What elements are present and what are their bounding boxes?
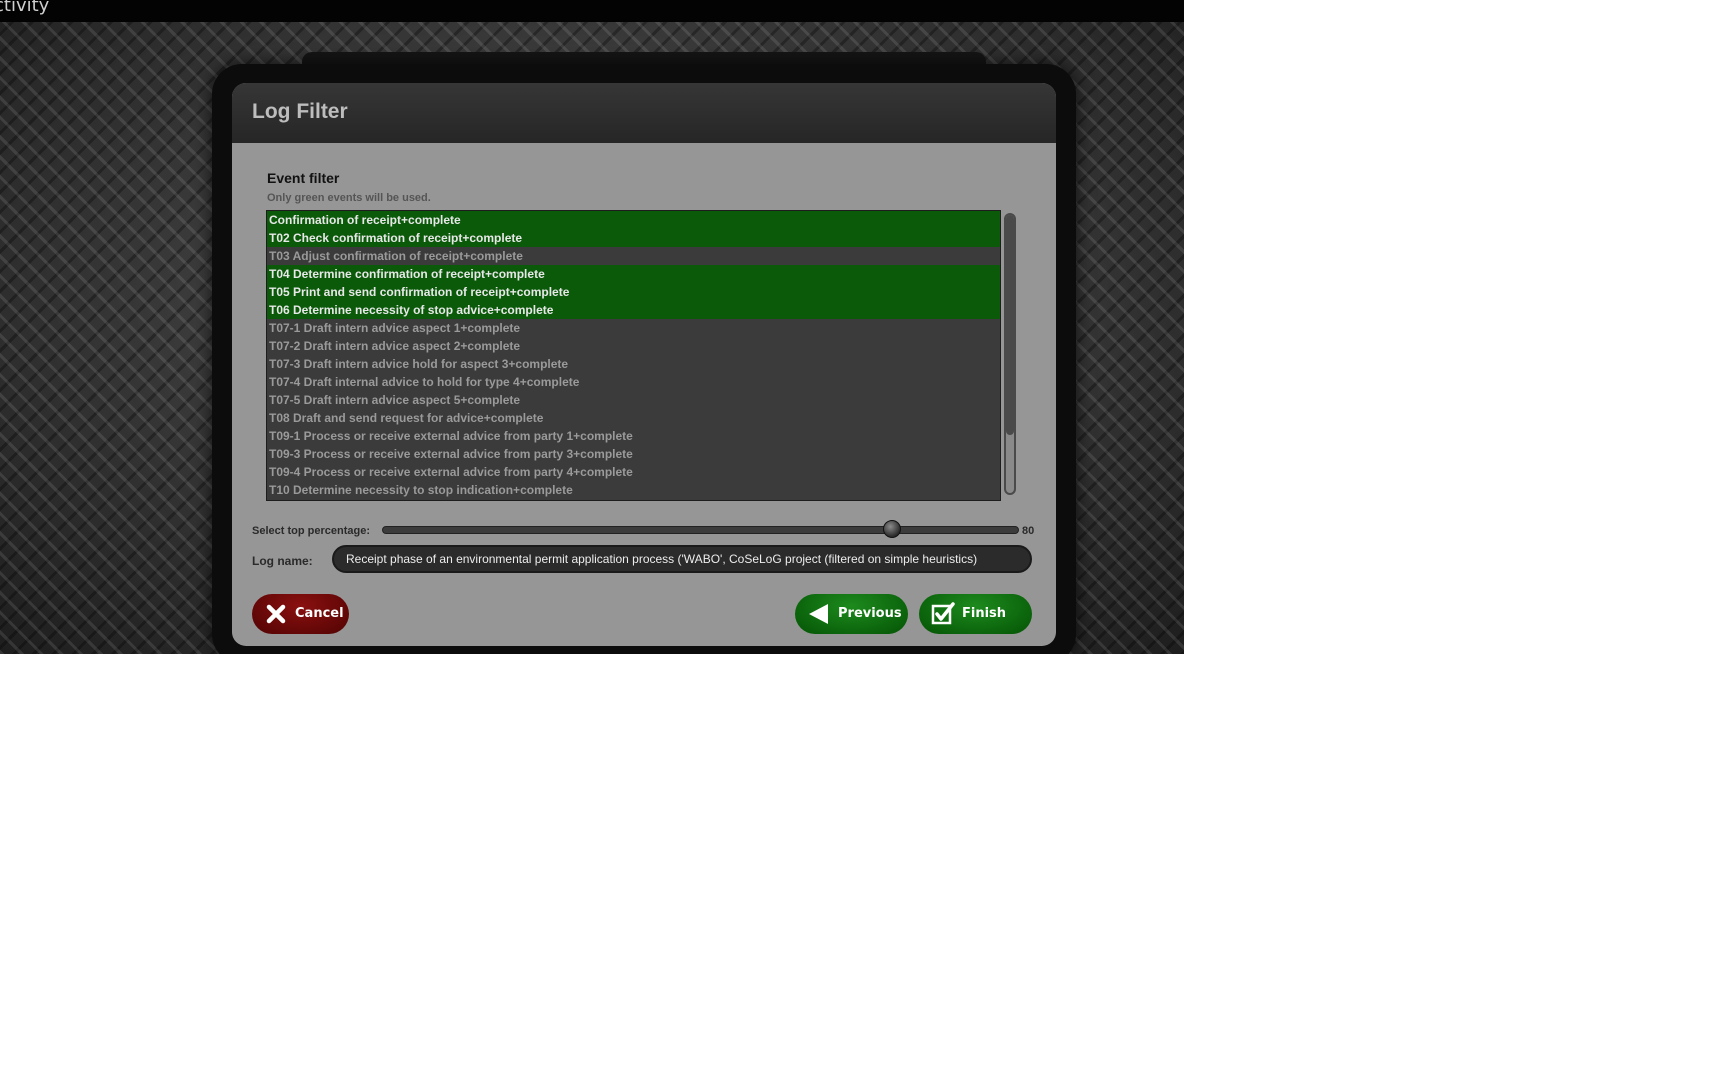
log-name-label: Log name:: [252, 554, 313, 568]
event-list-item[interactable]: T09-4 Process or receive external advice…: [267, 463, 1000, 481]
event-list-item[interactable]: Confirmation of receipt+complete: [267, 211, 1000, 229]
top-bar: ctivity: [0, 0, 1184, 22]
finish-button-label: Finish: [962, 606, 1007, 621]
close-icon: [266, 604, 286, 624]
event-list-item[interactable]: T07-1 Draft intern advice aspect 1+compl…: [267, 319, 1000, 337]
event-list-item[interactable]: T03 Adjust confirmation of receipt+compl…: [267, 247, 1000, 265]
log-name-input[interactable]: [332, 545, 1032, 573]
event-list-item[interactable]: T05 Print and send confirmation of recei…: [267, 283, 1000, 301]
dialog-title: Log Filter: [252, 100, 348, 123]
event-list-item[interactable]: T08 Draft and send request for advice+co…: [267, 409, 1000, 427]
event-list-item[interactable]: T07-2 Draft intern advice aspect 2+compl…: [267, 337, 1000, 355]
event-list-item[interactable]: T07-5 Draft intern advice aspect 5+compl…: [267, 391, 1000, 409]
event-list-item[interactable]: T09-3 Process or receive external advice…: [267, 445, 1000, 463]
event-list-scrollbar[interactable]: [1004, 213, 1016, 495]
top-percentage-slider-thumb[interactable]: [882, 520, 901, 538]
checkbox-check-icon: [931, 602, 955, 625]
event-filter-hint: Only green events will be used.: [267, 192, 431, 204]
arrow-left-icon: [809, 604, 828, 624]
dialog-header: Log Filter: [232, 83, 1056, 143]
app-title: ctivity: [0, 0, 50, 16]
event-list-item[interactable]: T10 Determine necessity to stop indicati…: [267, 481, 1000, 499]
event-list-item[interactable]: T04 Determine confirmation of receipt+co…: [267, 265, 1000, 283]
event-list-item[interactable]: T07-3 Draft intern advice hold for aspec…: [267, 355, 1000, 373]
previous-button[interactable]: Previous: [795, 594, 908, 634]
event-list-item[interactable]: T09-1 Process or receive external advice…: [267, 427, 1000, 445]
cancel-button[interactable]: Cancel: [252, 594, 349, 634]
top-percentage-label: Select top percentage:: [252, 525, 370, 537]
event-list-item[interactable]: T07-4 Draft internal advice to hold for …: [267, 373, 1000, 391]
top-percentage-slider[interactable]: [382, 526, 1019, 534]
app-window: ctivity Log Filter Event filter Only gre…: [0, 0, 1184, 654]
cancel-button-label: Cancel: [295, 606, 344, 621]
event-list-item[interactable]: T02 Check confirmation of receipt+comple…: [267, 229, 1000, 247]
event-list-scroll-thumb[interactable]: [1006, 215, 1014, 435]
top-percentage-value: 80: [1022, 525, 1035, 537]
finish-button[interactable]: Finish: [919, 594, 1032, 634]
log-filter-dialog: Log Filter Event filter Only green event…: [232, 83, 1056, 646]
event-list-item[interactable]: T06 Determine necessity of stop advice+c…: [267, 301, 1000, 319]
event-list[interactable]: Confirmation of receipt+complete T02 Chec…: [266, 210, 1001, 501]
event-filter-heading: Event filter: [267, 170, 340, 186]
previous-button-label: Previous: [838, 606, 902, 621]
